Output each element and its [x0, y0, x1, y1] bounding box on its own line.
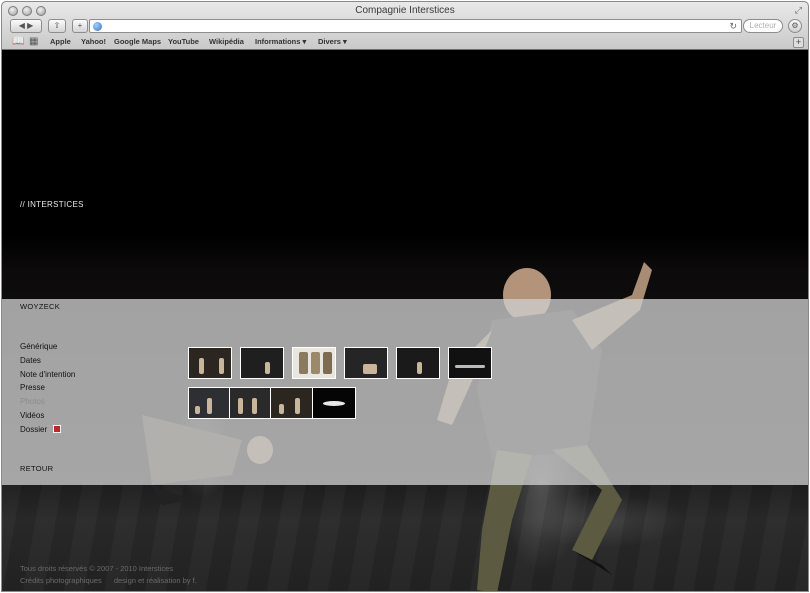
back-link[interactable]: RETOUR	[20, 464, 53, 473]
window-title: Compagnie Interstices	[355, 5, 455, 16]
section-menu: Générique Dates Note d'intention Presse …	[20, 340, 75, 437]
gear-icon: ⚙	[791, 21, 799, 30]
menu-item-videos[interactable]: Vidéos	[20, 409, 75, 423]
section-title: WOYZECK	[20, 302, 61, 311]
browser-window: Compagnie Interstices ⤢ ◀ ▶ ⇧ + ↻ Lecteu…	[1, 1, 809, 592]
pdf-icon[interactable]	[53, 424, 62, 433]
dossier-label[interactable]: Dossier	[20, 425, 47, 434]
back-forward-buttons[interactable]: ◀ ▶	[10, 19, 42, 33]
add-bookmark-button[interactable]: +	[72, 19, 88, 33]
bookmark-informations[interactable]: Informations ▾	[255, 37, 306, 46]
globe-icon	[93, 22, 102, 31]
reload-icon[interactable]: ↻	[729, 20, 737, 33]
photo-thumbnail[interactable]	[312, 387, 356, 419]
bookmark-apple[interactable]: Apple	[50, 37, 71, 46]
back-arrow-icon[interactable]: ◀	[19, 21, 25, 30]
fullscreen-icon[interactable]: ⤢	[795, 5, 802, 16]
plus-icon: +	[77, 21, 83, 30]
design-credit-link[interactable]: design et réalisation by f.	[114, 576, 197, 585]
share-icon: ⇧	[53, 21, 61, 30]
bookmark-google-maps[interactable]: Google Maps	[114, 37, 161, 46]
add-tab-icon[interactable]: +	[793, 37, 804, 48]
settings-button[interactable]: ⚙	[788, 19, 802, 33]
reader-button[interactable]: Lecteur	[743, 19, 783, 33]
open-book-icon[interactable]: 📖	[12, 36, 24, 47]
title-bar: Compagnie Interstices ⤢ ◀ ▶ ⇧ + ↻ Lecteu…	[2, 2, 808, 50]
photo-thumbnail[interactable]	[188, 347, 232, 379]
site-title[interactable]: // INTERSTICES	[20, 200, 84, 209]
menu-item-photos[interactable]: Photos	[20, 395, 75, 409]
bookmark-youtube[interactable]: YouTube	[168, 37, 199, 46]
grid-icon[interactable]: ▦	[29, 36, 38, 47]
menu-item-dossier[interactable]: Dossier	[20, 423, 75, 437]
photo-thumbnail[interactable]	[229, 387, 273, 419]
photo-credits-link[interactable]: Crédits photographiques	[20, 576, 102, 585]
photo-thumbnail[interactable]	[396, 347, 440, 379]
forward-arrow-icon[interactable]: ▶	[27, 21, 33, 30]
photo-thumbnail[interactable]	[344, 347, 388, 379]
address-bar[interactable]: ↻	[89, 19, 742, 33]
bookmarks-bar: 📖 ▦ Apple Yahoo! Google Maps YouTube Wik…	[2, 35, 808, 49]
photo-thumbnail[interactable]	[292, 347, 336, 379]
bookmark-yahoo[interactable]: Yahoo!	[81, 37, 106, 46]
photo-thumbnail[interactable]	[188, 387, 232, 419]
menu-item-presse[interactable]: Presse	[20, 381, 75, 395]
content-panel: WOYZECK Générique Dates Note d'intention…	[2, 299, 808, 485]
share-button[interactable]: ⇧	[48, 19, 66, 33]
photo-thumbnail[interactable]	[270, 387, 314, 419]
menu-item-dates[interactable]: Dates	[20, 354, 75, 368]
menu-item-generique[interactable]: Générique	[20, 340, 75, 354]
bookmark-wikipedia[interactable]: Wikipédia	[209, 37, 244, 46]
photo-thumbnail[interactable]	[240, 347, 284, 379]
menu-item-note-intention[interactable]: Note d'intention	[20, 368, 75, 382]
copyright-text: Tous droits réservés © 2007 - 2010 Inter…	[20, 564, 174, 573]
footer: Tous droits réservés © 2007 - 2010 Inter…	[20, 563, 197, 587]
bookmark-divers[interactable]: Divers ▾	[318, 37, 347, 46]
photo-thumbnail[interactable]	[448, 347, 492, 379]
page-content: // INTERSTICES WOYZECK Générique Dates N…	[2, 50, 808, 591]
